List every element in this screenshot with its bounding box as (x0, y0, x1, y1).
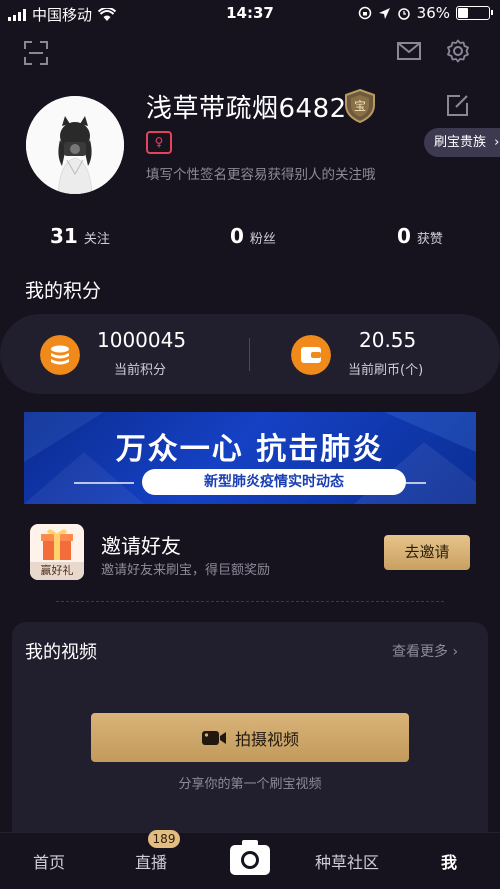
rotation-lock-icon (358, 6, 371, 20)
live-count-badge: 189 (148, 830, 180, 848)
see-more-label: 查看更多 (392, 644, 448, 660)
signature-text[interactable]: 填写个性签名更容易获得别人的关注哦 (146, 163, 376, 183)
gift-box-graphic (41, 529, 73, 560)
location-icon (378, 7, 390, 19)
stat-likes[interactable]: 0 获赞 (397, 224, 443, 248)
invite-title: 邀请好友 (101, 534, 181, 558)
dashed-divider (56, 601, 444, 602)
stat-label: 关注 (83, 232, 110, 247)
chevron-right-icon: › (452, 644, 459, 660)
see-more-link[interactable]: 查看更多 › (392, 641, 458, 661)
gift-icon: 赢好礼 (30, 524, 84, 580)
invite-button[interactable]: 去邀请 (384, 535, 470, 570)
gender-female-icon: ♀ (146, 131, 172, 154)
points-value: 1000045 (97, 328, 187, 352)
badge-character: 宝 (354, 99, 366, 113)
stat-value: 31 (50, 224, 78, 248)
divider (249, 338, 250, 371)
coin-label: 当前刷币(个) (348, 363, 424, 378)
my-videos-title: 我的视频 (25, 642, 97, 663)
nav-me[interactable]: 我 (441, 849, 457, 873)
banner-subtitle: 新型肺炎疫情实时动态 (142, 469, 406, 495)
nav-community[interactable]: 种草社区 (315, 849, 379, 873)
shoot-video-label: 拍摄视频 (234, 729, 299, 749)
points-label: 当前积分 (114, 363, 167, 378)
avatar[interactable] (26, 96, 124, 194)
mail-icon[interactable] (397, 42, 421, 60)
battery-icon (456, 6, 493, 20)
nav-live[interactable]: 直播 (135, 849, 167, 873)
status-bar: 中国移动 14:37 36% (0, 0, 500, 26)
points-section-title: 我的积分 (25, 280, 102, 302)
battery-percent: 36% (416, 4, 450, 22)
settings-gear-icon[interactable] (446, 39, 470, 63)
username: 浅草带疏烟6482 (146, 94, 347, 124)
points-card: 1000045 当前积分 20.55 当前刷币(个) (0, 314, 500, 394)
stat-value: 0 (397, 224, 411, 248)
vip-button[interactable]: 刷宝贵族 › (424, 128, 500, 157)
shield-badge-icon[interactable]: 宝 (344, 89, 376, 123)
stat-value: 0 (230, 224, 244, 248)
vip-label: 刷宝贵族 (434, 135, 487, 150)
share-hint: 分享你的第一个刷宝视频 (178, 777, 322, 792)
stat-fans[interactable]: 0 粉丝 (230, 224, 276, 248)
stat-label: 粉丝 (249, 232, 276, 247)
chevron-right-icon: › (494, 135, 500, 150)
edit-profile-icon[interactable] (446, 93, 470, 117)
camera-icon[interactable] (226, 833, 274, 881)
banner-title: 万众一心 抗击肺炎 (115, 432, 385, 467)
points-coin-stack-icon (40, 335, 80, 375)
invite-subtitle: 邀请好友来刷宝，得巨额奖励 (101, 563, 271, 578)
alarm-icon (397, 8, 410, 20)
stat-label: 获赞 (416, 232, 443, 247)
gift-tag: 赢好礼 (30, 562, 84, 580)
video-camera-icon (201, 730, 226, 745)
avatar-illustration (26, 96, 124, 194)
wallet-icon[interactable] (291, 335, 331, 375)
scan-icon[interactable] (24, 41, 48, 65)
epidemic-banner[interactable]: 万众一心 抗击肺炎 新型肺炎疫情实时动态 (24, 412, 476, 504)
stat-following[interactable]: 31 关注 (50, 224, 110, 248)
banner-divider-left (74, 482, 134, 484)
coin-value: 20.55 (359, 328, 417, 352)
nav-home[interactable]: 首页 (33, 849, 65, 873)
shoot-video-button[interactable]: 拍摄视频 (91, 713, 409, 762)
